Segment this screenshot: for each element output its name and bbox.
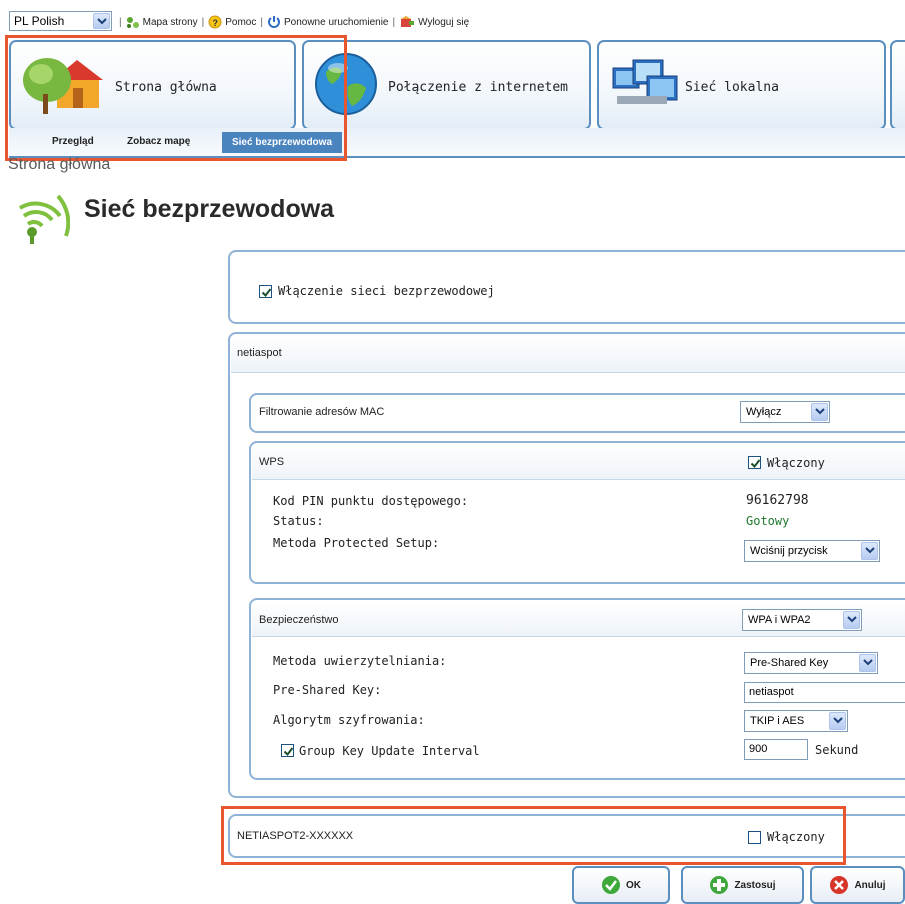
- tab-lan[interactable]: Sieć lokalna: [597, 40, 886, 130]
- network-computers-icon: [612, 59, 678, 104]
- cipher-select[interactable]: TKIP i AES: [744, 710, 848, 732]
- ok-button-label: OK: [626, 879, 641, 891]
- wireless-enable-label: Włączenie sieci bezprzewodowej: [278, 284, 495, 298]
- top-links: | Mapa strony | ? Pomoc | Ponowne urucho…: [119, 15, 470, 29]
- logout-link[interactable]: Wyloguj się: [399, 15, 469, 29]
- cancel-icon: [830, 876, 849, 894]
- chevron-down-icon[interactable]: [861, 542, 878, 560]
- chevron-down-icon[interactable]: [843, 611, 860, 629]
- gkui-checkbox[interactable]: [281, 744, 294, 757]
- cipher-value: TKIP i AES: [750, 715, 805, 727]
- auth-method-value: Pre-Shared Key: [750, 657, 829, 669]
- svg-text:?: ?: [213, 18, 219, 28]
- mac-filter-select[interactable]: Wyłącz: [740, 401, 830, 423]
- help-icon: ?: [208, 15, 222, 29]
- highlight-box-network2: [221, 806, 846, 865]
- tab-next-partial[interactable]: [890, 40, 905, 130]
- chevron-down-icon[interactable]: [859, 654, 876, 672]
- security-value: WPA i WPA2: [748, 614, 811, 626]
- psk-input-value: netiaspot: [749, 686, 794, 698]
- wireless-icon: [18, 194, 70, 244]
- wps-enabled-checkbox[interactable]: [748, 456, 761, 469]
- wps-method-value: Wciśnij przycisk: [750, 545, 828, 557]
- wps-method-label: Metoda Protected Setup:: [273, 536, 440, 550]
- wps-pin-label: Kod PIN punktu dostępowego:: [273, 494, 469, 508]
- mac-filter-value: Wyłącz: [746, 406, 782, 418]
- page-title: Sieć bezprzewodowa: [84, 195, 335, 223]
- wps-method-select[interactable]: Wciśnij przycisk: [744, 540, 880, 562]
- network-ssid: netiaspot: [237, 347, 282, 359]
- gkui-unit: Sekund: [815, 743, 859, 757]
- help-link-label: Pomoc: [225, 16, 257, 28]
- security-label: Bezpieczeństwo: [259, 614, 339, 626]
- language-select[interactable]: PL Polish: [9, 11, 112, 31]
- power-icon: [268, 16, 280, 28]
- apply-button[interactable]: Zastosuj: [681, 866, 804, 904]
- cancel-button-label: Anuluj: [854, 879, 886, 891]
- checkmark-icon: [283, 747, 294, 757]
- sitemap-link[interactable]: Mapa strony: [126, 16, 198, 29]
- chevron-down-icon[interactable]: [829, 712, 846, 730]
- language-select-value: PL Polish: [14, 14, 65, 28]
- network-panel-header: [231, 335, 905, 373]
- check-circle-icon: [602, 876, 620, 894]
- mac-filter-label: Filtrowanie adresów MAC: [259, 406, 385, 418]
- highlight-box-home: [5, 35, 347, 161]
- wps-label: WPS: [259, 456, 285, 468]
- chevron-down-icon[interactable]: [811, 403, 828, 421]
- auth-method-label: Metoda uwierzytelniania:: [273, 654, 447, 668]
- checkmark-icon: [750, 459, 761, 469]
- breadcrumb: Strona główna: [8, 156, 111, 173]
- wps-status-label: Status:: [273, 514, 324, 528]
- auth-method-select[interactable]: Pre-Shared Key: [744, 652, 878, 674]
- cancel-button[interactable]: Anuluj: [810, 866, 905, 904]
- gkui-input-value: 900: [749, 743, 768, 755]
- restart-link[interactable]: Ponowne uruchomienie: [267, 15, 389, 29]
- tab-lan-label: Sieć lokalna: [685, 80, 779, 95]
- checkmark-icon: [261, 288, 272, 298]
- security-select[interactable]: WPA i WPA2: [742, 609, 862, 631]
- cipher-label: Algorytm szyfrowania:: [273, 713, 425, 727]
- gkui-input[interactable]: 900: [744, 739, 808, 760]
- sitemap-link-label: Mapa strony: [142, 16, 198, 28]
- logout-icon: [401, 16, 415, 27]
- ok-button[interactable]: OK: [572, 866, 670, 904]
- gkui-label: Group Key Update Interval: [299, 744, 480, 758]
- chevron-down-icon[interactable]: [93, 13, 110, 29]
- wireless-enable-checkbox[interactable]: [259, 285, 272, 298]
- restart-link-label: Ponowne uruchomienie: [283, 16, 389, 28]
- sitemap-icon: [126, 16, 139, 28]
- wps-status-value: Gotowy: [746, 514, 790, 528]
- wps-pin-value: 96162798: [746, 493, 809, 508]
- psk-label: Pre-Shared Key:: [273, 683, 382, 697]
- help-link[interactable]: ? Pomoc: [208, 15, 256, 29]
- wps-enabled-label: Włączony: [767, 456, 825, 470]
- psk-input[interactable]: netiaspot: [744, 682, 905, 703]
- apply-button-label: Zastosuj: [734, 879, 776, 891]
- tab-internet-label: Połączenie z internetem: [388, 80, 569, 95]
- apply-icon: [710, 876, 729, 894]
- logout-link-label: Wyloguj się: [418, 16, 470, 28]
